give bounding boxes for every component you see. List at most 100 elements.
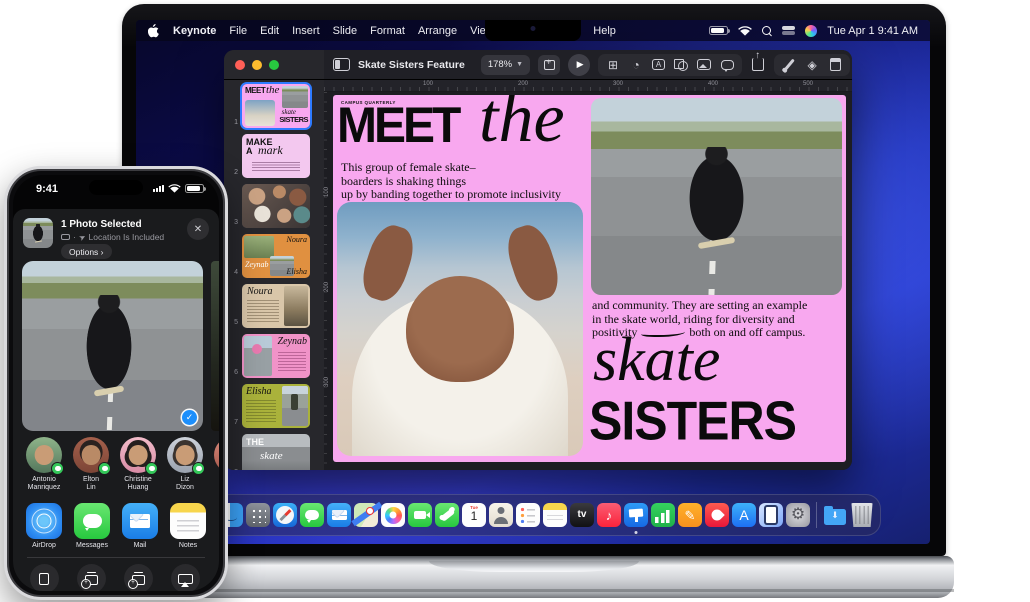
menu-item-slide[interactable]: Slide: [333, 25, 357, 37]
trash-icon[interactable]: [850, 503, 874, 527]
media-icon[interactable]: [697, 59, 711, 70]
menu-item-help[interactable]: Help: [593, 25, 616, 37]
airplay-button[interactable]: [166, 564, 204, 591]
selected-check-badge[interactable]: ✓: [182, 410, 197, 425]
menu-item-format[interactable]: Format: [370, 25, 405, 37]
zoom-window-button[interactable]: [269, 60, 279, 70]
slide-thumbnail-row: 3: [224, 184, 324, 228]
next-photo-edge[interactable]: [211, 261, 219, 431]
pages-icon[interactable]: ✎: [678, 503, 702, 527]
selected-photo-thumbnail[interactable]: [23, 218, 53, 248]
maps-icon[interactable]: [354, 503, 378, 527]
slide-photo-skater[interactable]: [591, 98, 842, 295]
photos-icon[interactable]: [381, 503, 405, 527]
slide-headline-skate[interactable]: skate: [593, 325, 720, 396]
keynote-window: Skate Sisters Feature 178% ▼ ▶ ⊞ ◔ A: [224, 50, 852, 470]
comment-icon[interactable]: [721, 60, 734, 70]
control-center-icon[interactable]: [782, 26, 795, 35]
chart-icon[interactable]: ◔: [629, 58, 643, 72]
slide-headline-sisters[interactable]: SISTERS: [589, 389, 796, 453]
share-app-airdrop[interactable]: AirDrop: [25, 503, 63, 559]
action-circle: [30, 564, 59, 591]
numbers-icon[interactable]: [651, 503, 675, 527]
music-icon[interactable]: ♪: [597, 503, 621, 527]
add-to-album-button[interactable]: [72, 564, 110, 591]
iphone-mirroring-icon[interactable]: [759, 503, 783, 527]
copy-button[interactable]: [25, 564, 63, 591]
vertical-ruler: 100200300: [324, 92, 333, 470]
table-icon[interactable]: ⊞: [606, 58, 620, 72]
close-button[interactable]: ✕: [187, 218, 209, 240]
menubar-clock[interactable]: Tue Apr 1 9:41 AM: [827, 25, 918, 37]
add-slide-button[interactable]: [538, 55, 560, 75]
animate-icon[interactable]: ◈: [805, 58, 819, 72]
selected-photo[interactable]: ✓: [22, 261, 203, 431]
keynote-icon[interactable]: [624, 503, 648, 527]
slide-thumbnail-1[interactable]: MEET the skate SISTERS: [242, 84, 310, 128]
view-sidebar-icon[interactable]: [333, 58, 350, 71]
share-contact-partial[interactable]: [213, 437, 219, 499]
airplay-icon: [178, 574, 193, 584]
menu-item-edit[interactable]: Edit: [260, 25, 279, 37]
add-to-shared-album-button[interactable]: [119, 564, 157, 591]
slide-thumbnail-7[interactable]: Elisha: [242, 384, 310, 428]
contacts-icon[interactable]: [489, 503, 513, 527]
slide-thumbnail-4[interactable]: Noura Zeynab Elisha: [242, 234, 310, 278]
downloads-icon[interactable]: ⬇: [823, 503, 847, 527]
close-window-button[interactable]: [235, 60, 245, 70]
siri-icon[interactable]: [805, 25, 817, 37]
text-icon[interactable]: A: [652, 59, 665, 70]
slide-thumbnail-8[interactable]: THE skate: [242, 434, 310, 470]
document-icon[interactable]: [830, 58, 841, 71]
spotlight-icon[interactable]: [762, 26, 772, 36]
share-contact-christine[interactable]: ChristineHuang: [119, 437, 157, 499]
slide-thumbnail-5[interactable]: Noura: [242, 284, 310, 328]
slide-headline-meet[interactable]: MEET: [337, 103, 458, 148]
slide-thumbnail-6[interactable]: Zeynab: [242, 334, 310, 378]
share-contact-antonio[interactable]: AntonioManriquez: [25, 437, 63, 499]
calendar-icon[interactable]: Tue1: [462, 503, 486, 527]
cellular-signal-icon: [153, 185, 164, 193]
facetime-icon[interactable]: [408, 503, 432, 527]
safari-icon[interactable]: [273, 503, 297, 527]
tv-icon[interactable]: tv: [570, 503, 594, 527]
phone-icon[interactable]: [435, 503, 459, 527]
menu-item-arrange[interactable]: Arrange: [418, 25, 457, 37]
share-app-mail[interactable]: Mail: [121, 503, 159, 559]
slide-intro-text[interactable]: This group of female skate– boarders is …: [341, 161, 603, 202]
location-arrow-icon: ➤: [77, 231, 87, 242]
format-brush-icon[interactable]: [784, 59, 795, 71]
menu-item-file[interactable]: File: [229, 25, 247, 37]
menu-item-insert[interactable]: Insert: [292, 25, 320, 37]
options-button[interactable]: Options ›: [61, 244, 112, 259]
slide-thumbnail-3[interactable]: [242, 184, 310, 228]
minimize-window-button[interactable]: [252, 60, 262, 70]
launchpad-icon[interactable]: [246, 503, 270, 527]
settings-icon[interactable]: ⚙: [786, 503, 810, 527]
share-app-notes[interactable]: Notes: [169, 503, 207, 559]
menu-item-keynote[interactable]: Keynote: [173, 25, 216, 37]
rocket-icon[interactable]: [705, 503, 729, 527]
wifi-icon[interactable]: [738, 26, 752, 36]
reminders-icon[interactable]: [516, 503, 540, 527]
notes-icon[interactable]: [543, 503, 567, 527]
slide-thumbnail-2[interactable]: MAKE A mark: [242, 134, 310, 178]
zoom-dropdown[interactable]: 178% ▼: [481, 55, 530, 75]
apple-menu-icon[interactable]: [148, 24, 160, 38]
share-contact-elton[interactable]: EltonLin: [72, 437, 110, 499]
share-icon[interactable]: [752, 58, 764, 71]
mail-icon[interactable]: [327, 503, 351, 527]
scene: KeynoteFileEditInsertSlideFormatArrangeV…: [0, 0, 1030, 602]
slide-editor[interactable]: CAMPUS QUARTERLY MEET the This group of …: [333, 95, 846, 462]
app-store-icon[interactable]: A: [732, 503, 756, 527]
play-button[interactable]: ▶: [568, 54, 590, 76]
iphone-screen: 9:41 1 Photo Selected · ➤: [13, 175, 219, 591]
messages-icon[interactable]: [300, 503, 324, 527]
battery-icon[interactable]: [709, 26, 728, 35]
share-contact-liz[interactable]: LizDizon: [166, 437, 204, 499]
shape-icon[interactable]: [674, 59, 688, 71]
slide-thumbnail-row: 7 Elisha: [224, 384, 324, 428]
share-app-messages[interactable]: Messages: [73, 503, 111, 559]
slide-headline-the[interactable]: the: [479, 95, 565, 159]
slide-photo-portrait[interactable]: [337, 202, 583, 456]
